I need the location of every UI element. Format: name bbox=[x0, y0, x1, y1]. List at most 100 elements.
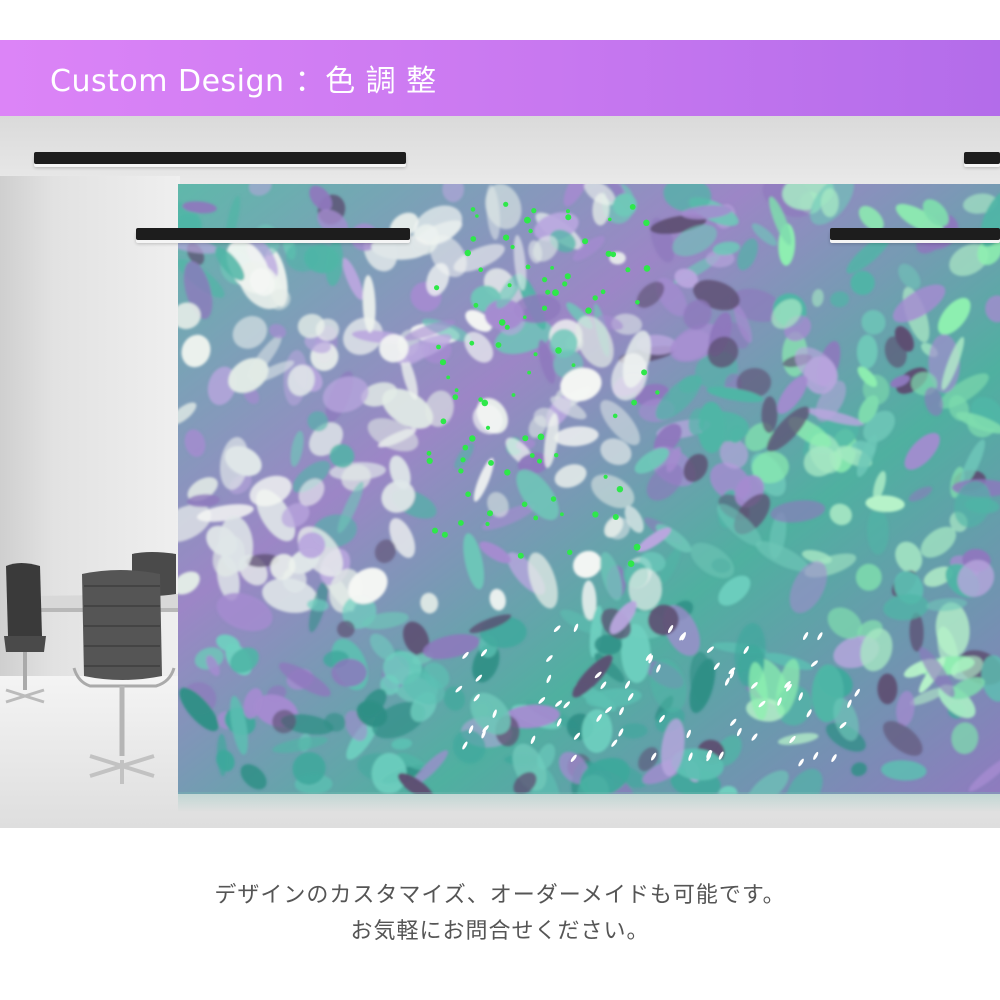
green-dot bbox=[504, 469, 511, 476]
green-dot bbox=[436, 344, 441, 350]
green-dot bbox=[541, 305, 548, 311]
green-dot bbox=[523, 315, 527, 319]
green-dot bbox=[464, 249, 471, 257]
green-dot bbox=[550, 266, 554, 270]
green-dot bbox=[454, 388, 459, 393]
green-dot bbox=[542, 277, 548, 283]
green-dot bbox=[524, 216, 531, 224]
green-dot bbox=[555, 347, 562, 354]
green-dot bbox=[434, 285, 440, 291]
green-dot bbox=[603, 474, 608, 479]
green-dot bbox=[643, 265, 651, 272]
green-dot bbox=[521, 501, 528, 508]
green-dot bbox=[481, 399, 489, 407]
green-dot bbox=[633, 543, 641, 551]
green-dot bbox=[469, 340, 475, 346]
ceiling-light-icon bbox=[34, 152, 406, 164]
green-dot bbox=[458, 520, 464, 526]
paint-stroke bbox=[877, 673, 898, 705]
green-dot bbox=[643, 219, 650, 226]
green-dot bbox=[585, 307, 592, 314]
ceiling-light-icon bbox=[830, 228, 1000, 240]
green-dot bbox=[527, 370, 531, 375]
office-room-scene bbox=[0, 116, 1000, 828]
green-dot bbox=[446, 375, 451, 380]
green-dot bbox=[470, 207, 476, 212]
green-dot bbox=[432, 527, 438, 534]
office-chair-icon bbox=[72, 570, 176, 784]
green-dot bbox=[487, 510, 493, 517]
green-dot bbox=[441, 531, 448, 538]
green-dot bbox=[473, 302, 479, 308]
floor-reflection bbox=[178, 792, 1000, 812]
ceiling-light-icon bbox=[964, 152, 1000, 164]
green-dot bbox=[641, 369, 648, 376]
green-dot bbox=[560, 512, 564, 517]
green-dot bbox=[439, 359, 447, 366]
ceiling-light-icon bbox=[136, 228, 410, 240]
green-dot bbox=[485, 425, 491, 430]
green-dot bbox=[498, 319, 506, 326]
green-dot bbox=[592, 295, 598, 301]
green-dot bbox=[462, 444, 469, 451]
title-banner: Custom Design ：色 調 整 bbox=[0, 40, 1000, 116]
green-dot bbox=[488, 460, 494, 466]
green-dot bbox=[629, 204, 636, 210]
green-dot bbox=[533, 515, 539, 521]
green-dot bbox=[582, 238, 589, 245]
green-dot bbox=[554, 453, 559, 458]
green-dot bbox=[571, 363, 576, 367]
green-dot bbox=[567, 549, 573, 555]
green-dot bbox=[503, 201, 509, 207]
green-dot bbox=[566, 209, 570, 214]
green-dot bbox=[531, 208, 537, 214]
green-dot bbox=[612, 413, 618, 419]
green-dot bbox=[452, 394, 459, 400]
green-dot bbox=[469, 435, 476, 442]
green-dot bbox=[458, 468, 464, 474]
green-dot bbox=[625, 267, 631, 273]
green-dot bbox=[440, 418, 447, 425]
green-dot bbox=[600, 289, 606, 295]
green-dot bbox=[503, 234, 510, 241]
green-dot bbox=[565, 214, 572, 221]
green-dot bbox=[522, 435, 529, 442]
green-dot bbox=[533, 352, 538, 357]
green-dot bbox=[612, 514, 619, 520]
green-dot bbox=[426, 450, 432, 456]
top-margin bbox=[0, 0, 1000, 40]
green-dot bbox=[631, 399, 637, 406]
green-dot bbox=[510, 244, 515, 250]
paint-stroke bbox=[820, 188, 839, 218]
green-dot bbox=[470, 236, 477, 242]
mural-painting bbox=[178, 184, 1000, 794]
green-dot bbox=[552, 289, 559, 296]
green-dot bbox=[504, 324, 510, 330]
green-dot bbox=[495, 342, 502, 348]
banner-title: Custom Design ：色 調 整 bbox=[50, 64, 437, 99]
caption-area: デザインのカスタマイズ、オーダーメイドも可能です。 お気軽にお問合せください。 bbox=[0, 828, 1000, 1000]
green-dot bbox=[475, 214, 479, 218]
green-dot bbox=[485, 521, 490, 527]
green-dot bbox=[592, 511, 599, 518]
green-dot bbox=[655, 390, 660, 395]
green-dot bbox=[525, 264, 531, 270]
green-dot bbox=[478, 267, 484, 272]
caption-line-1: デザインのカスタマイズ、オーダーメイドも可能です。 bbox=[214, 883, 786, 908]
office-furniture bbox=[4, 552, 180, 784]
green-dot bbox=[550, 496, 557, 502]
green-dot bbox=[562, 281, 568, 287]
green-dot bbox=[426, 457, 433, 464]
green-dot bbox=[627, 560, 635, 567]
green-dot bbox=[537, 458, 542, 464]
green-dot bbox=[465, 491, 471, 498]
green-dot bbox=[616, 486, 624, 493]
green-dot bbox=[545, 289, 551, 295]
green-dot bbox=[517, 552, 524, 559]
green-dot bbox=[564, 273, 571, 280]
caption-line-2: お気軽にお問合せください。 bbox=[350, 919, 650, 944]
green-dot bbox=[460, 457, 466, 463]
green-dot bbox=[529, 453, 535, 458]
green-dot bbox=[507, 283, 512, 288]
green-dot bbox=[635, 300, 640, 305]
